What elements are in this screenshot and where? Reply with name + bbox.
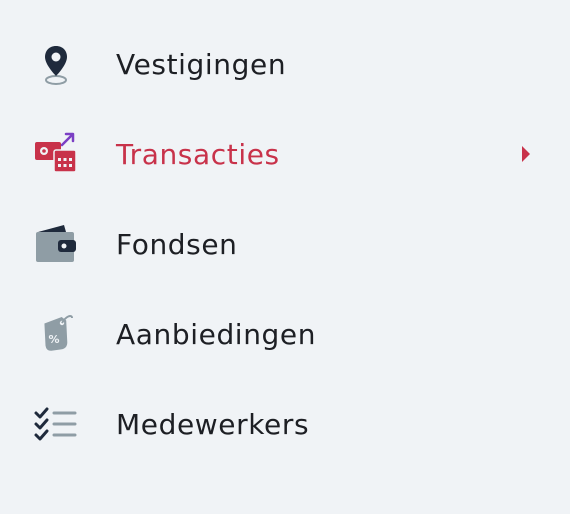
menu-item-label: Aanbiedingen [116,317,317,351]
menu-item-label: Fondsen [116,227,238,261]
menu-item-label: Vestigingen [116,47,287,81]
checklist-icon [30,398,82,450]
side-menu: Vestigingen Transacties Fondsen % Aanbie… [0,0,570,514]
menu-item-fondsen[interactable]: Fondsen [0,199,570,289]
menu-item-aanbiedingen[interactable]: % Aanbiedingen [0,289,570,379]
menu-item-transacties[interactable]: Transacties [0,109,570,199]
discount-tag-icon: % [30,308,82,360]
menu-item-vestigingen[interactable]: Vestigingen [0,19,570,109]
transaction-exchange-icon [30,128,82,180]
chevron-right-icon [519,144,533,164]
svg-text:%: % [48,333,59,346]
menu-item-label: Transacties [116,137,280,171]
menu-item-label: Medewerkers [116,407,310,441]
location-pin-icon [30,38,82,90]
menu-item-medewerkers[interactable]: Medewerkers [0,379,570,469]
wallet-icon [30,218,82,270]
